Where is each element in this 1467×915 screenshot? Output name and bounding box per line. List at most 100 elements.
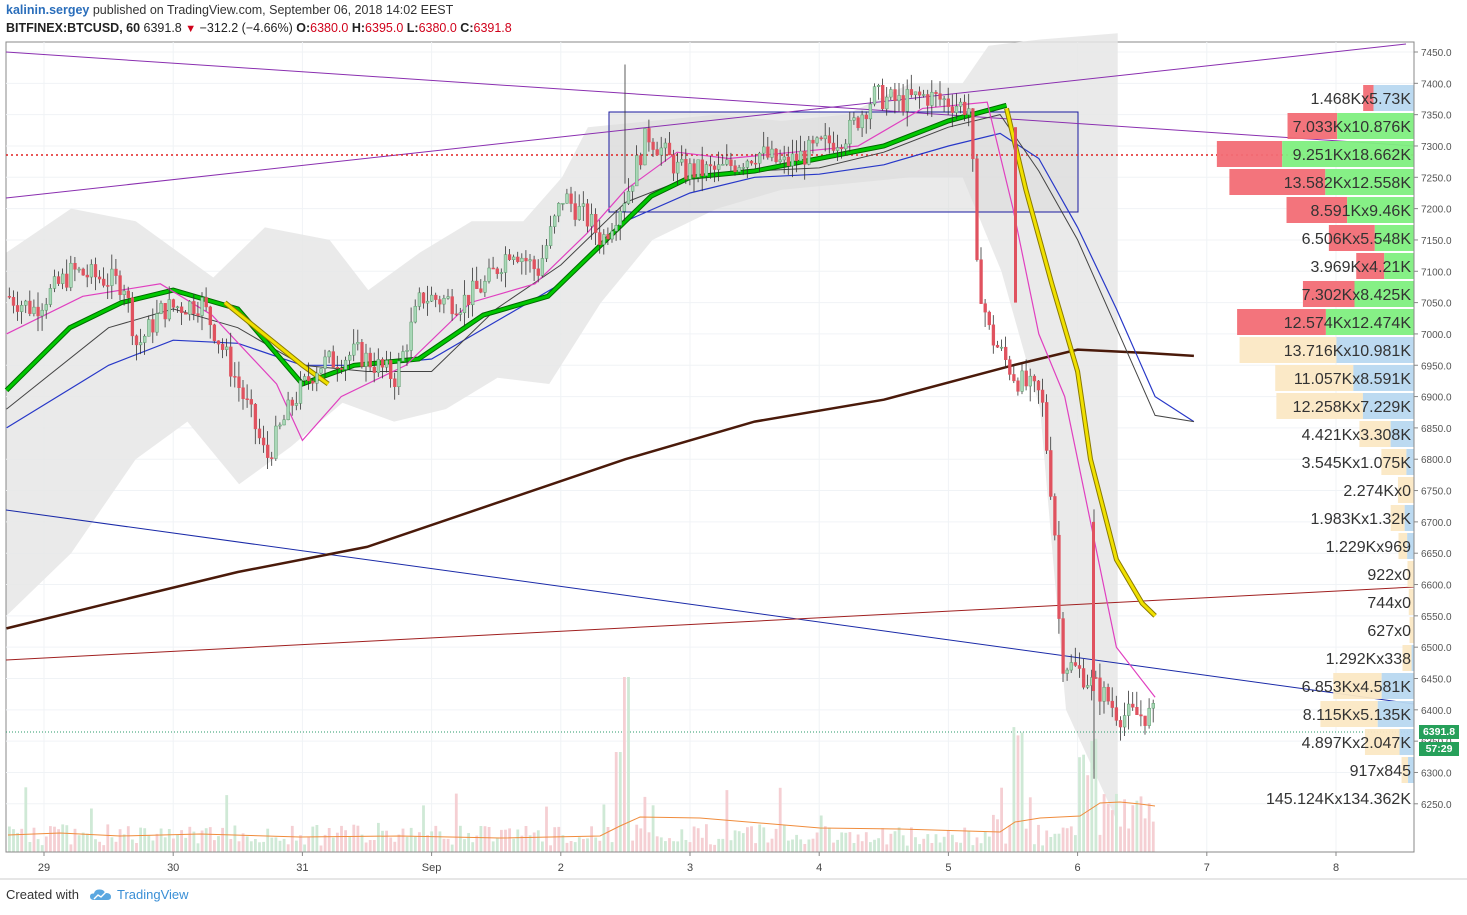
candle-body <box>339 368 344 370</box>
candle-body <box>848 119 852 145</box>
volume-bar <box>651 805 655 852</box>
volume-profile-label: 922x0 <box>1367 567 1411 584</box>
candle-body <box>85 274 89 278</box>
candle-body <box>979 259 983 304</box>
volume-bar <box>381 830 384 852</box>
volume-bar <box>401 828 405 852</box>
volume-bar <box>938 842 942 852</box>
volume-bar <box>159 828 163 852</box>
candle-body <box>257 428 262 439</box>
volume-profile-label: 1.983Kx1.32K <box>1310 511 1411 528</box>
candle-body <box>114 268 118 276</box>
candle-body <box>179 306 184 313</box>
y-tick-label: 7350.0 <box>1421 111 1452 122</box>
footer: Created with TradingView <box>6 887 189 902</box>
candle-body <box>913 91 918 96</box>
candle-body <box>544 245 549 259</box>
candle-body <box>1122 715 1127 728</box>
candle-body <box>868 103 873 120</box>
candle-body <box>741 167 745 169</box>
volume-bar <box>53 826 56 852</box>
volume-bar <box>208 827 212 852</box>
candle-body <box>643 128 647 166</box>
volume-bar <box>311 826 315 852</box>
candle-body <box>598 232 602 245</box>
candle-body <box>971 108 975 160</box>
candle-body <box>421 292 426 304</box>
candle-body <box>471 280 475 306</box>
candle-body <box>1020 370 1024 392</box>
candle-body <box>155 313 159 333</box>
volume-bar <box>1094 738 1098 852</box>
volume-bar <box>516 829 520 852</box>
volume-bar <box>664 841 667 852</box>
candle-body <box>323 356 327 369</box>
candle-body <box>73 262 77 270</box>
volume-bar <box>520 835 524 852</box>
tradingview-brand-link[interactable]: TradingView <box>117 887 189 902</box>
volume-bar <box>848 832 852 852</box>
candle-body <box>1053 496 1057 536</box>
candle-body <box>1004 346 1008 360</box>
candle-body <box>335 366 340 369</box>
candle-body <box>516 256 520 262</box>
volume-bar <box>569 841 573 852</box>
volume-bar <box>249 841 253 852</box>
candle-body <box>434 294 438 300</box>
candle-body <box>138 342 143 346</box>
candle-body <box>860 114 864 129</box>
volume-bar <box>491 841 495 852</box>
candle-body <box>721 164 725 166</box>
volume-bar <box>873 839 876 852</box>
x-tick-label: 29 <box>38 862 50 874</box>
volume-bar <box>495 838 499 852</box>
candle-body <box>93 264 98 278</box>
candle-body <box>483 280 487 293</box>
candle-body <box>823 135 827 140</box>
candle-body <box>1016 380 1020 392</box>
volume-bar <box>869 842 872 852</box>
candle-body <box>635 155 639 187</box>
volume-bar <box>188 826 192 852</box>
volume-bar <box>315 825 319 852</box>
volume-profile-label: 13.716Kx10.981K <box>1284 343 1412 360</box>
candle-body <box>840 147 844 150</box>
candle-body <box>893 89 897 102</box>
volume-bar <box>627 677 630 852</box>
volume-bar <box>81 832 85 852</box>
volume-bar <box>352 824 356 852</box>
volume-bar <box>594 837 598 852</box>
tradingview-logo-icon[interactable] <box>89 888 111 901</box>
volume-bar <box>217 836 220 852</box>
candle-body <box>315 372 319 384</box>
candle-body <box>298 380 303 404</box>
price-chart[interactable]: 1.468Kx5.73K 7.033Kx10.876K 9.251Kx18.662K… <box>0 0 1467 915</box>
volume-profile-label: 3.969Kx4.21K <box>1310 259 1411 276</box>
volume-bar <box>340 825 343 852</box>
candle-body <box>487 267 491 282</box>
volume-bar <box>770 838 774 852</box>
x-tick-label: 7 <box>1204 862 1210 874</box>
volume-bar <box>278 840 282 852</box>
volume-bar <box>930 843 934 852</box>
x-tick-label: 3 <box>687 862 693 874</box>
candle-body <box>372 366 376 373</box>
volume-bar <box>1049 837 1053 852</box>
volume-bar <box>614 752 618 852</box>
candle-body <box>290 399 294 406</box>
volume-bar <box>422 805 425 852</box>
volume-bar <box>254 839 257 852</box>
candle-body <box>659 147 663 156</box>
volume-bar <box>1061 827 1065 852</box>
candle-body <box>118 275 122 295</box>
candle-body <box>975 158 979 260</box>
candle-body <box>807 139 811 165</box>
volume-bar <box>553 827 557 852</box>
candle-body <box>1086 685 1090 688</box>
candle-body <box>799 150 803 162</box>
volume-bar <box>126 826 130 852</box>
candle-body <box>266 444 270 458</box>
volume-profile-label: 12.258Kx7.229K <box>1293 399 1412 416</box>
volume-bar <box>1082 754 1085 852</box>
volume-bar <box>90 808 93 852</box>
